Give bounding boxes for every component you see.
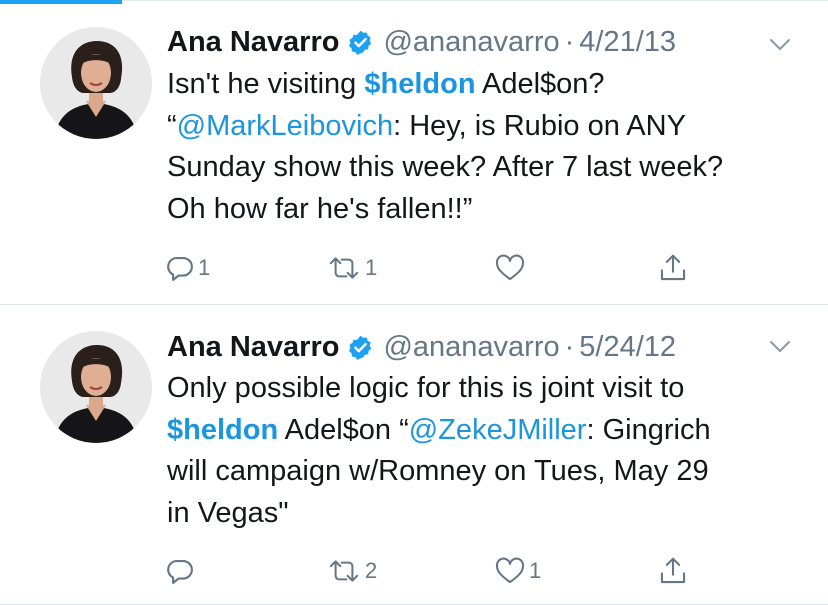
tweet-text: Isn't he visiting $heldon Adel$on? “@Mar… (167, 64, 797, 230)
author-handle[interactable]: @ananavarro (383, 331, 559, 364)
heart-icon (494, 556, 526, 586)
separator-dot: · (564, 330, 575, 363)
text-segment: : Gingrich (586, 413, 711, 446)
cashtag-link[interactable]: $heldon (364, 68, 475, 100)
like-count: 1 (529, 558, 542, 583)
tweet-header: Ana Navarro @ananavarro · 4/21/13 (167, 23, 676, 61)
reply-button[interactable]: 1 (165, 250, 210, 286)
separator-dot: · (564, 25, 575, 58)
text-segment: Isn't he visiting (167, 68, 365, 100)
author-name[interactable]: Ana Navarro (167, 331, 339, 364)
text-segment: : Hey, is Rubio on ANY (393, 109, 686, 142)
action-bar: 1 1 (0, 250, 828, 286)
text-segment: “ (167, 109, 177, 142)
tweet-line: Isn't he visiting $heldon Adel$on? (167, 64, 797, 106)
share-button[interactable] (658, 553, 688, 589)
tweet[interactable]: Ana Navarro @ananavarro · 4/21/13 Isn't … (0, 0, 828, 305)
retweet-button[interactable]: 1 (326, 250, 377, 286)
chevron-down-icon[interactable] (769, 38, 791, 52)
like-button[interactable]: 1 (494, 553, 541, 589)
avatar[interactable] (40, 27, 152, 139)
share-icon (658, 252, 688, 284)
chevron-down-icon[interactable] (769, 340, 791, 354)
author-handle[interactable]: @ananavarro (383, 26, 559, 59)
share-button[interactable] (658, 250, 688, 286)
retweet-icon (326, 556, 362, 586)
reply-count: 1 (198, 255, 211, 280)
tweet-line: $heldon Adel$on “@ZekeJMiller: Gingrich (167, 410, 797, 452)
avatar[interactable] (40, 331, 152, 443)
heart-icon (494, 253, 526, 283)
tweet-line: Sunday show this week? After 7 last week… (167, 151, 724, 183)
retweet-count: 2 (365, 558, 378, 583)
retweet-button[interactable]: 2 (326, 553, 377, 589)
retweet-icon (326, 253, 362, 283)
verified-badge-icon (347, 334, 374, 361)
tweet-line: in Vegas" (167, 496, 289, 529)
tweet-text: Only possible logic for this is joint vi… (167, 368, 797, 534)
tweet[interactable]: Ana Navarro @ananavarro · 5/24/12 Only p… (0, 305, 828, 605)
reply-icon (165, 253, 195, 283)
tweet-line: “@MarkLeibovich: Hey, is Rubio on ANY (167, 106, 797, 148)
text-segment: Adel$on “ (278, 413, 409, 446)
share-icon (658, 555, 688, 587)
tweet-line: Oh how far he's fallen!!” (167, 192, 473, 225)
reply-icon (165, 556, 195, 586)
text-segment: Adel$on? (475, 68, 605, 100)
author-name[interactable]: Ana Navarro (167, 26, 339, 59)
tweet-date[interactable]: 5/24/12 (579, 331, 676, 364)
action-bar: 2 1 (0, 553, 828, 589)
verified-badge-icon (347, 29, 374, 56)
cashtag-link[interactable]: $heldon (167, 414, 278, 446)
tweet-line: Only possible logic for this is joint vi… (167, 372, 685, 404)
mention-link[interactable]: @ZekeJMiller (409, 414, 587, 446)
mention-link[interactable]: @MarkLeibovich (177, 110, 393, 142)
retweet-count: 1 (365, 255, 378, 280)
tweet-line: will campaign w/Romney on Tues, May 29 (167, 455, 709, 487)
tweet-date[interactable]: 4/21/13 (579, 26, 676, 59)
like-button[interactable] (494, 250, 529, 286)
reply-button[interactable] (165, 553, 198, 589)
tweet-header: Ana Navarro @ananavarro · 5/24/12 (167, 328, 676, 366)
